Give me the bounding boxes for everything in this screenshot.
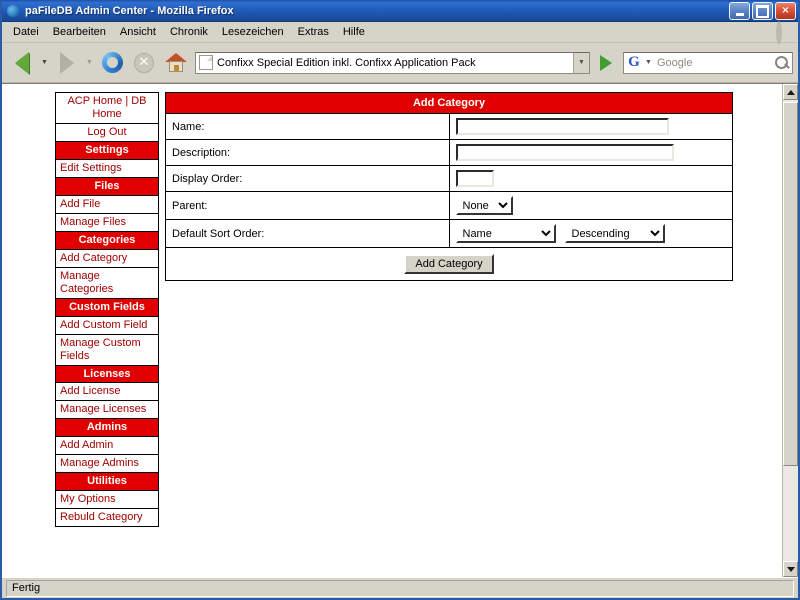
go-button[interactable] bbox=[594, 51, 618, 75]
url-input[interactable]: Confixx Special Edition inkl. Confixx Ap… bbox=[217, 57, 573, 69]
form-row-display-order: Display Order: bbox=[165, 165, 733, 192]
window-title: paFileDB Admin Center - Mozilla Firefox bbox=[25, 5, 234, 17]
sidebar-item-rebuild-category[interactable]: Rebuld Category bbox=[55, 508, 159, 528]
chevron-down-icon bbox=[786, 566, 795, 572]
content-area: ACP Home | DB Home Log Out Settings Edit… bbox=[2, 83, 798, 577]
sidebar-item-log-out[interactable]: Log Out bbox=[55, 122, 159, 142]
menu-extras[interactable]: Extras bbox=[291, 24, 336, 41]
sidebar-item-edit-settings[interactable]: Edit Settings bbox=[55, 158, 159, 178]
form-row-sort-order: Default Sort Order: Name Descending bbox=[165, 219, 733, 248]
search-bar[interactable]: G ▼ Google bbox=[623, 51, 793, 74]
back-dropdown-icon[interactable]: ▼ bbox=[39, 48, 50, 78]
description-input[interactable] bbox=[455, 144, 674, 161]
name-input[interactable] bbox=[455, 118, 669, 135]
stop-icon: ✕ bbox=[134, 52, 154, 73]
forward-button[interactable] bbox=[52, 48, 82, 78]
google-icon: G bbox=[628, 53, 640, 70]
home-button[interactable] bbox=[161, 48, 191, 78]
status-bar: Fertig bbox=[2, 577, 798, 598]
scroll-down-button[interactable] bbox=[783, 561, 798, 577]
sidebar-item-acp-home[interactable]: ACP Home | DB Home bbox=[55, 92, 159, 124]
window-controls: × bbox=[729, 2, 796, 20]
vertical-scrollbar[interactable] bbox=[782, 84, 798, 577]
maximize-button[interactable] bbox=[752, 2, 773, 20]
display-order-label: Display Order: bbox=[165, 165, 450, 192]
description-label: Description: bbox=[165, 139, 450, 166]
status-text: Fertig bbox=[6, 579, 794, 597]
search-engine-dropdown-icon[interactable]: ▼ bbox=[643, 53, 654, 73]
sidebar-header-settings: Settings bbox=[55, 140, 159, 160]
description-field-cell bbox=[448, 139, 733, 166]
sidebar-item-add-admin[interactable]: Add Admin bbox=[55, 436, 159, 456]
sort-direction-select[interactable]: Descending bbox=[564, 224, 665, 243]
sidebar-item-add-custom-field[interactable]: Add Custom Field bbox=[55, 315, 159, 335]
menu-ansicht[interactable]: Ansicht bbox=[113, 24, 163, 41]
search-input[interactable]: Google bbox=[654, 57, 772, 69]
sidebar-item-add-category[interactable]: Add Category bbox=[55, 248, 159, 268]
web-page: ACP Home | DB Home Log Out Settings Edit… bbox=[2, 84, 782, 577]
home-icon bbox=[165, 52, 187, 73]
add-category-form: Add Category Name: Description: Display … bbox=[165, 92, 733, 281]
sort-field-select[interactable]: Name bbox=[455, 224, 556, 243]
name-field-cell bbox=[448, 113, 733, 140]
sidebar-item-my-options[interactable]: My Options bbox=[55, 490, 159, 510]
menu-bar: Datei Bearbeiten Ansicht Chronik Lesezei… bbox=[2, 21, 798, 44]
menu-hilfe[interactable]: Hilfe bbox=[336, 24, 372, 41]
admin-sidebar: ACP Home | DB Home Log Out Settings Edit… bbox=[55, 92, 159, 528]
name-label: Name: bbox=[165, 113, 450, 140]
sidebar-item-manage-custom-fields[interactable]: Manage Custom Fields bbox=[55, 333, 159, 366]
submit-cell: Add Category bbox=[165, 247, 733, 281]
chevron-up-icon bbox=[786, 89, 795, 95]
minimize-button[interactable] bbox=[729, 2, 750, 20]
navigation-toolbar: ▼ ▼ ✕ Confixx Special Edition inkl. Conf… bbox=[2, 43, 798, 83]
sidebar-header-licenses: Licenses bbox=[55, 364, 159, 384]
sidebar-item-manage-admins[interactable]: Manage Admins bbox=[55, 454, 159, 474]
menu-bearbeiten[interactable]: Bearbeiten bbox=[46, 24, 113, 41]
sidebar-item-manage-licenses[interactable]: Manage Licenses bbox=[55, 400, 159, 420]
sidebar-item-manage-categories[interactable]: Manage Categories bbox=[55, 266, 159, 299]
sidebar-item-add-license[interactable]: Add License bbox=[55, 382, 159, 402]
back-button[interactable] bbox=[7, 48, 37, 78]
close-button[interactable]: × bbox=[775, 2, 796, 20]
sidebar-item-manage-files[interactable]: Manage Files bbox=[55, 212, 159, 232]
firefox-logo-icon bbox=[5, 3, 21, 19]
url-bar[interactable]: Confixx Special Edition inkl. Confixx Ap… bbox=[195, 51, 590, 74]
url-history-dropdown-icon[interactable]: ▼ bbox=[573, 52, 589, 73]
parent-select[interactable]: None bbox=[455, 196, 513, 215]
sort-order-field-cell: Name Descending bbox=[448, 219, 733, 248]
sidebar-header-admins: Admins bbox=[55, 418, 159, 438]
form-heading: Add Category bbox=[165, 92, 733, 114]
menu-datei[interactable]: Datei bbox=[6, 24, 46, 41]
title-bar: paFileDB Admin Center - Mozilla Firefox … bbox=[2, 0, 798, 22]
menu-lesezeichen[interactable]: Lesezeichen bbox=[215, 24, 291, 41]
form-row-submit: Add Category bbox=[165, 247, 733, 281]
display-order-input[interactable] bbox=[455, 170, 494, 187]
form-row-parent: Parent: None bbox=[165, 191, 733, 220]
form-row-description: Description: bbox=[165, 139, 733, 166]
display-order-field-cell bbox=[448, 165, 733, 192]
browser-window: paFileDB Admin Center - Mozilla Firefox … bbox=[0, 0, 800, 600]
sidebar-header-files: Files bbox=[55, 176, 159, 196]
scroll-thumb[interactable] bbox=[783, 102, 798, 467]
sidebar-header-categories: Categories bbox=[55, 230, 159, 250]
sort-order-label: Default Sort Order: bbox=[165, 219, 450, 248]
form-row-name: Name: bbox=[165, 113, 733, 140]
parent-field-cell: None bbox=[448, 191, 733, 220]
forward-dropdown-icon[interactable]: ▼ bbox=[84, 48, 95, 78]
search-icon[interactable] bbox=[772, 53, 792, 73]
stop-button[interactable]: ✕ bbox=[129, 48, 159, 78]
sidebar-item-add-file[interactable]: Add File bbox=[55, 194, 159, 214]
scroll-track[interactable] bbox=[783, 100, 798, 561]
add-category-button[interactable]: Add Category bbox=[404, 254, 494, 274]
parent-label: Parent: bbox=[165, 191, 450, 220]
sidebar-header-custom-fields: Custom Fields bbox=[55, 297, 159, 317]
menu-chronik[interactable]: Chronik bbox=[163, 24, 215, 41]
scroll-up-button[interactable] bbox=[783, 84, 798, 100]
reload-button[interactable] bbox=[97, 48, 127, 78]
page-favicon-icon bbox=[199, 55, 213, 70]
sidebar-header-utilities: Utilities bbox=[55, 472, 159, 492]
firefox-watermark-icon bbox=[776, 21, 792, 44]
